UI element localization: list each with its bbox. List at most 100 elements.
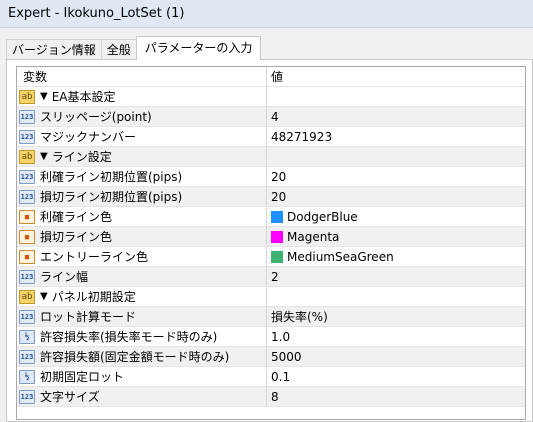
parameter-label: 損切ライン色 — [40, 230, 113, 244]
parameter-value: 損失率(%) — [271, 310, 328, 324]
parameter-value-cell[interactable]: DodgerBlue — [267, 207, 525, 226]
parameter-row[interactable]: 123 ライン幅 2 — [17, 267, 525, 287]
parameter-name-cell[interactable]: 123 ライン幅 — [17, 267, 267, 286]
parameter-name-cell[interactable]: ½ 初期固定ロット — [17, 367, 267, 386]
parameter-row[interactable]: 123 利確ライン初期位置(pips) 20 — [17, 167, 525, 187]
integer-type-icon: 123 — [19, 129, 35, 144]
parameter-name-cell[interactable]: ab ▼ EA基本設定 — [17, 87, 267, 106]
parameter-value-cell[interactable]: 1.0 — [267, 327, 525, 346]
parameter-name-cell[interactable]: 123 許容損失額(固定金額モード時のみ) — [17, 347, 267, 366]
collapse-triangle-icon[interactable]: ▼ — [40, 91, 48, 102]
parameter-value-cell[interactable]: MediumSeaGreen — [267, 247, 525, 266]
parameter-name-cell[interactable]: 123 マジックナンバー — [17, 127, 267, 146]
parameter-value-cell[interactable]: 5000 — [267, 347, 525, 366]
parameter-name-cell[interactable]: 123 損切ライン初期位置(pips) — [17, 187, 267, 206]
header-variable[interactable]: 変数 — [17, 67, 267, 86]
title-bar: Expert - Ikokuno_LotSet (1) — [0, 0, 533, 28]
parameter-value-cell[interactable]: 8 — [267, 387, 525, 406]
parameter-label: EA基本設定 — [51, 90, 116, 104]
parameter-row[interactable]: ½ 許容損失率(損失率モード時のみ) 1.0 — [17, 327, 525, 347]
parameter-name-cell[interactable]: 123 ロット計算モード — [17, 307, 267, 326]
string-type-icon: ab — [19, 289, 35, 304]
parameter-row[interactable]: ■ 利確ライン色 DodgerBlue — [17, 207, 525, 227]
parameter-name-cell[interactable]: 123 スリッページ(point) — [17, 107, 267, 126]
color-swatch — [271, 230, 283, 243]
tab-panel: 変数 値 ab ▼ EA基本設定 123 スリッページ(point) 4 123 マジックナン… — [6, 59, 533, 422]
parameter-grid: 変数 値 ab ▼ EA基本設定 123 スリッページ(point) 4 123 マジックナン… — [16, 66, 526, 420]
tab-version-info[interactable]: バージョン情報 — [6, 39, 102, 60]
parameter-value-cell[interactable]: Magenta — [267, 227, 525, 246]
parameter-label: エントリーライン色 — [40, 250, 149, 264]
parameter-row[interactable]: 123 マジックナンバー 48271923 — [17, 127, 525, 147]
parameter-label: マジックナンバー — [40, 130, 137, 144]
integer-type-icon: 123 — [19, 349, 35, 364]
parameter-row[interactable]: 123 文字サイズ 8 — [17, 387, 525, 407]
parameter-name-cell[interactable]: ■ 利確ライン色 — [17, 207, 267, 226]
parameter-value: 5000 — [271, 349, 302, 364]
parameter-row[interactable]: 123 損切ライン初期位置(pips) 20 — [17, 187, 525, 207]
color-swatch — [271, 250, 283, 263]
parameter-label: ロット計算モード — [40, 310, 137, 324]
parameter-name-cell[interactable]: ■ 損切ライン色 — [17, 227, 267, 246]
parameter-value: 0.1 — [271, 369, 291, 384]
parameter-row[interactable]: 123 ロット計算モード 損失率(%) — [17, 307, 525, 327]
parameter-value-cell[interactable] — [267, 87, 525, 106]
parameter-row[interactable]: 123 スリッページ(point) 4 — [17, 107, 525, 127]
parameter-name-cell[interactable]: 123 利確ライン初期位置(pips) — [17, 167, 267, 186]
group-row[interactable]: ab ▼ ライン設定 — [17, 147, 525, 167]
parameter-value: DodgerBlue — [287, 209, 358, 224]
parameter-name-cell[interactable]: ■ エントリーライン色 — [17, 247, 267, 266]
parameter-value-cell[interactable]: 20 — [267, 187, 525, 206]
color-swatch — [271, 210, 283, 223]
collapse-triangle-icon[interactable]: ▼ — [40, 151, 48, 162]
double-type-icon: ½ — [19, 369, 35, 384]
integer-type-icon: 123 — [19, 109, 35, 124]
header-value[interactable]: 値 — [267, 67, 525, 86]
group-row[interactable]: ab ▼ パネル初期設定 — [17, 287, 525, 307]
string-type-icon: ab — [19, 89, 35, 104]
tab-input-parameters[interactable]: パラメーターの入力 — [135, 36, 262, 60]
parameter-name-cell[interactable]: 123 文字サイズ — [17, 387, 267, 406]
parameter-value-cell[interactable] — [267, 147, 525, 166]
parameter-label: 初期固定ロット — [40, 370, 125, 384]
group-row[interactable]: ab ▼ EA基本設定 — [17, 87, 525, 107]
parameter-value-cell[interactable]: 4 — [267, 107, 525, 126]
collapse-triangle-icon[interactable]: ▼ — [40, 291, 48, 302]
parameter-label: 許容損失額(固定金額モード時のみ) — [40, 350, 230, 364]
parameter-label: ライン設定 — [51, 150, 112, 164]
parameter-label: 損切ライン初期位置(pips) — [40, 190, 183, 204]
parameter-value-cell[interactable]: 20 — [267, 167, 525, 186]
parameter-row[interactable]: ■ 損切ライン色 Magenta — [17, 227, 525, 247]
parameter-value-cell[interactable]: 2 — [267, 267, 525, 286]
parameter-name-cell[interactable]: ½ 許容損失率(損失率モード時のみ) — [17, 327, 267, 346]
parameter-label: 利確ライン色 — [40, 210, 113, 224]
double-type-icon: ½ — [19, 329, 35, 344]
parameter-row[interactable]: ■ エントリーライン色 MediumSeaGreen — [17, 247, 525, 267]
color-type-icon: ■ — [19, 249, 35, 264]
parameter-label: 許容損失率(損失率モード時のみ) — [40, 330, 218, 344]
parameter-name-cell[interactable]: ab ▼ ライン設定 — [17, 147, 267, 166]
parameter-value-cell[interactable]: 48271923 — [267, 127, 525, 146]
tab-strip: バージョン情報 全般 パラメーターの入力 — [6, 36, 262, 60]
parameter-value-cell[interactable]: 0.1 — [267, 367, 525, 386]
parameter-name-cell[interactable]: ab ▼ パネル初期設定 — [17, 287, 267, 306]
parameter-row[interactable]: 123 許容損失額(固定金額モード時のみ) 5000 — [17, 347, 525, 367]
integer-type-icon: 123 — [19, 389, 35, 404]
integer-type-icon: 123 — [19, 309, 35, 324]
parameter-value-cell[interactable]: 損失率(%) — [267, 307, 525, 326]
tab-general[interactable]: 全般 — [100, 39, 137, 60]
parameter-row[interactable]: ½ 初期固定ロット 0.1 — [17, 367, 525, 387]
parameter-value: 8 — [271, 389, 279, 404]
integer-type-icon: 123 — [19, 169, 35, 184]
parameter-value-cell[interactable] — [267, 287, 525, 306]
parameter-value: Magenta — [287, 229, 340, 244]
window-title: Expert - Ikokuno_LotSet (1) — [8, 6, 185, 21]
parameter-label: スリッページ(point) — [40, 110, 152, 124]
grid-rows: ab ▼ EA基本設定 123 スリッページ(point) 4 123 マジックナンバー 482… — [17, 87, 525, 407]
parameter-value: 48271923 — [271, 129, 333, 144]
parameter-value: MediumSeaGreen — [287, 249, 394, 264]
parameter-value: 1.0 — [271, 329, 291, 344]
parameter-value: 20 — [271, 169, 287, 184]
parameter-value: 2 — [271, 269, 279, 284]
integer-type-icon: 123 — [19, 269, 35, 284]
